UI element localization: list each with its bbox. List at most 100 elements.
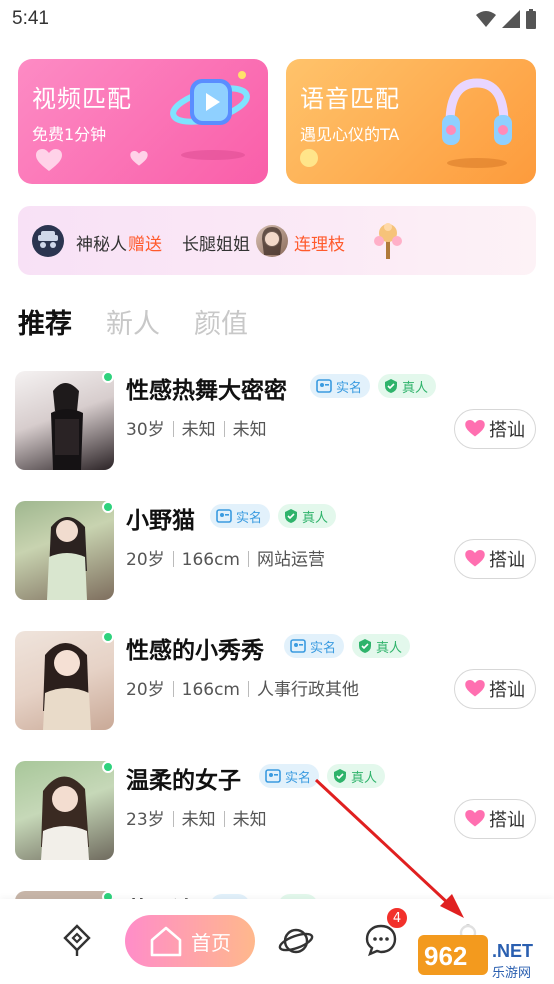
user-list-item[interactable]: 性感的小秀秀 实名 真人 20岁 166cm 人事行政其他 搭讪 — [0, 631, 554, 741]
gift-receiver: 长腿姐姐 — [182, 235, 250, 255]
nav-home-label: 首页 — [191, 930, 231, 955]
verified-label: 真人 — [302, 510, 329, 526]
id-card-icon — [290, 639, 306, 653]
user-height: 未知 — [181, 810, 216, 830]
svg-text:乐游网: 乐游网 — [492, 966, 531, 981]
person-silhouette — [41, 776, 89, 860]
svg-text:962: 962 — [424, 941, 467, 971]
messages-count-badge: 4 — [386, 907, 408, 929]
person-silhouette — [47, 517, 87, 600]
online-indicator — [102, 761, 114, 773]
user-job: 未知 — [232, 810, 267, 830]
video-match-banner[interactable]: 视频匹配 免费1分钟 — [18, 59, 268, 184]
user-list-item[interactable]: 温柔的女子 实名 真人 23岁 未知 未知 搭讪 — [0, 761, 554, 871]
chat-up-label: 搭讪 — [489, 550, 525, 571]
chat-up-button[interactable]: 搭讪 — [454, 799, 536, 839]
tab-looks[interactable]: 颜值 — [194, 302, 248, 341]
verified-label: 真人 — [376, 640, 403, 656]
receiver-avatar — [256, 225, 288, 257]
discover-icon — [63, 924, 91, 956]
user-photo[interactable] — [15, 631, 114, 730]
verified-badge: 真人 — [378, 374, 437, 398]
chat-up-label: 搭讪 — [489, 810, 525, 831]
sparkle-decoration-icon — [300, 149, 318, 167]
nav-discover[interactable] — [60, 923, 94, 961]
user-name: 小野猫 — [126, 508, 195, 534]
verified-badge: 真人 — [352, 634, 411, 658]
divider — [223, 421, 225, 437]
chat-up-button[interactable]: 搭讪 — [454, 669, 536, 709]
status-icons — [476, 9, 536, 29]
video-match-title: 视频匹配 — [32, 85, 132, 113]
watermark-962-logo: 962 .NET 乐游网 — [414, 925, 554, 984]
gift-sender: 神秘人 — [76, 235, 127, 255]
id-card-icon — [216, 509, 232, 523]
chat-up-button[interactable]: 搭讪 — [454, 539, 536, 579]
heart-decoration-icon — [36, 149, 62, 171]
shield-check-icon — [359, 639, 371, 653]
user-height: 166cm — [181, 680, 240, 700]
user-job: 未知 — [232, 420, 267, 440]
user-info: 30岁 未知 未知 — [126, 415, 267, 440]
status-bar: 5:41 — [0, 0, 554, 40]
signal-icon — [502, 10, 520, 28]
verified-badge: 真人 — [327, 764, 386, 788]
user-name: 性感热舞大密密 — [126, 378, 287, 404]
realname-badge: 实名 — [210, 504, 271, 528]
realname-label: 实名 — [285, 770, 312, 786]
user-photo[interactable] — [15, 501, 114, 600]
user-photo[interactable] — [15, 371, 114, 470]
online-indicator — [102, 371, 114, 383]
verified-label: 真人 — [351, 770, 378, 786]
user-height: 166cm — [181, 550, 240, 570]
id-card-icon — [316, 379, 332, 393]
nav-planet[interactable] — [278, 924, 314, 962]
chat-up-button[interactable]: 搭讪 — [454, 409, 536, 449]
headphones-icon — [442, 78, 512, 168]
heart-icon — [465, 680, 485, 697]
user-age: 20岁 — [126, 680, 165, 700]
gift-icon — [374, 223, 402, 259]
realname-label: 实名 — [336, 380, 363, 396]
heart-icon — [465, 810, 485, 827]
gift-name: 连理枝 — [294, 235, 345, 255]
avatar-face — [262, 227, 282, 255]
realname-badge: 实名 — [259, 764, 320, 788]
category-tabs: 推荐 新人 颜值 — [18, 302, 282, 341]
tab-new[interactable]: 新人 — [106, 302, 160, 341]
anonymous-icon — [38, 231, 58, 248]
divider — [172, 551, 174, 567]
user-info: 20岁 166cm 人事行政其他 — [126, 675, 359, 700]
id-card-icon — [265, 769, 281, 783]
tab-recommend[interactable]: 推荐 — [18, 302, 72, 341]
user-name: 温柔的女子 — [126, 768, 241, 794]
divider — [172, 681, 174, 697]
nav-home[interactable]: 首页 — [125, 915, 255, 967]
user-age: 20岁 — [126, 550, 165, 570]
user-job: 网站运营 — [257, 550, 325, 570]
user-list-item[interactable]: 性感热舞大密密 实名 真人 30岁 未知 未知 搭讪 — [0, 371, 554, 481]
user-age: 23岁 — [126, 810, 165, 830]
svg-text:.NET: .NET — [492, 941, 533, 961]
heart-icon — [465, 550, 485, 567]
divider — [172, 811, 174, 827]
user-job: 人事行政其他 — [257, 680, 359, 700]
user-list-item[interactable]: 小野猫 实名 真人 20岁 166cm 网站运营 搭讪 — [0, 501, 554, 611]
watermark-logo: 962 .NET 乐游网 — [414, 925, 554, 984]
gift-broadcast-bar[interactable]: 神秘人 赠送 长腿姐姐 连理枝 — [18, 206, 536, 275]
realname-label: 实名 — [236, 510, 263, 526]
nav-messages[interactable] — [364, 923, 398, 961]
voice-match-subtitle: 遇见心仪的TA — [300, 125, 400, 144]
shield-check-icon — [385, 379, 397, 393]
user-age: 30岁 — [126, 420, 165, 440]
voice-match-banner[interactable]: 语音匹配 遇见心仪的TA — [286, 59, 536, 184]
realname-badge: 实名 — [284, 634, 345, 658]
wifi-icon — [476, 11, 496, 27]
gift-action: 赠送 — [128, 235, 162, 255]
user-photo[interactable] — [15, 761, 114, 860]
heart-decoration-icon — [130, 151, 148, 166]
chat-up-label: 搭讪 — [489, 420, 525, 441]
divider — [248, 681, 249, 697]
online-indicator — [102, 631, 114, 643]
verified-label: 真人 — [402, 380, 429, 396]
